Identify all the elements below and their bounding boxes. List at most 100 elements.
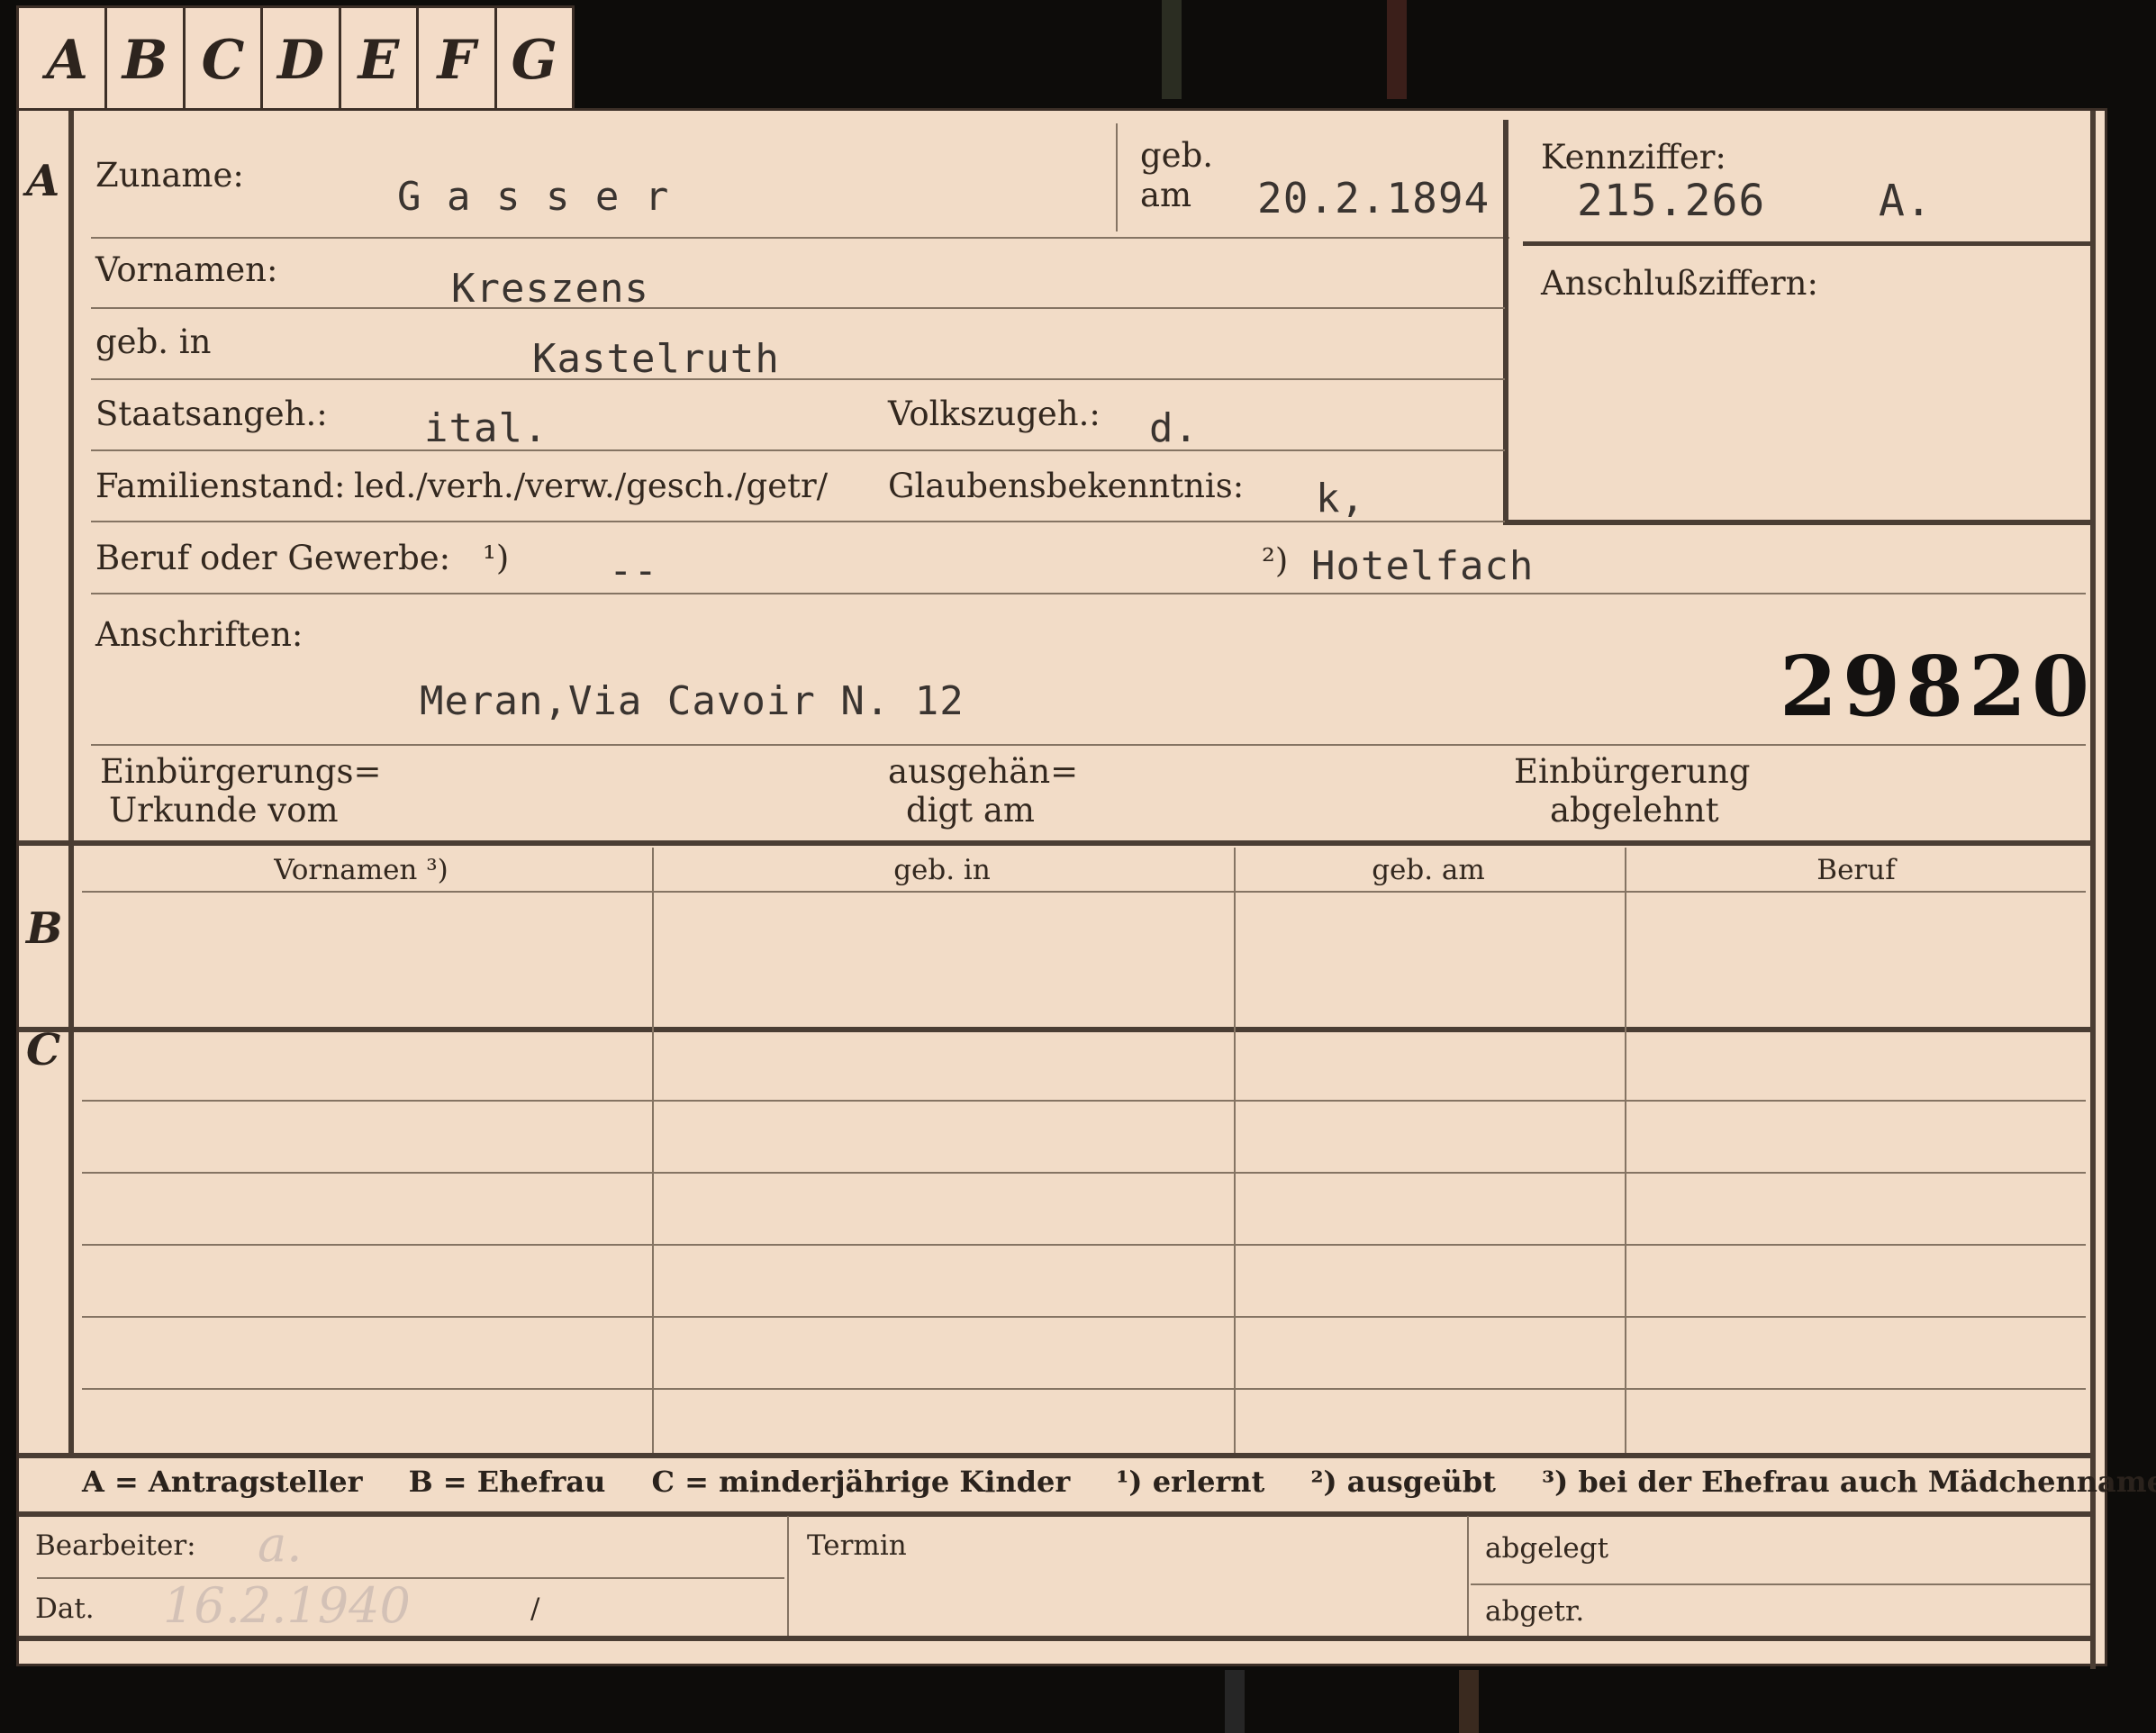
anschriften-value: Meran,Via Cavoir N. 12 — [420, 678, 965, 724]
beruf-marker-2: ²) — [1262, 541, 1289, 580]
familienstand-label: Familienstand: — [95, 467, 346, 505]
tab-e: E — [341, 8, 420, 112]
einb-label-2: Urkunde vom — [109, 791, 339, 830]
einb-label-1: Einbürgerungs= — [100, 752, 382, 791]
tab-c: C — [186, 8, 264, 112]
table-row-line — [82, 1172, 2086, 1174]
vornamen-label: Vornamen: — [95, 250, 278, 289]
card-number: 29820 — [1780, 638, 2096, 735]
glaubens-label: Glaubensbekenntnis: — [888, 467, 1245, 505]
tab-a: A — [30, 8, 108, 112]
column-line — [1625, 848, 1626, 1456]
table-header-line — [82, 891, 2086, 893]
row-line — [91, 307, 1505, 309]
table-row-line — [82, 1100, 2086, 1102]
column-line — [652, 848, 654, 1456]
geb-divider — [1116, 123, 1118, 231]
kennziffer-label: Kennziffer: — [1541, 138, 1726, 177]
staatsangeh-value: ital. — [424, 405, 548, 451]
col-head-geb-in: geb. in — [893, 854, 991, 886]
dat-value: 16.2.1940 — [163, 1577, 411, 1634]
abgetr-label: abgetr. — [1485, 1595, 1585, 1628]
row-line — [91, 237, 1509, 239]
legend-b: B = Ehefrau — [408, 1465, 606, 1499]
dat-label: Dat. — [35, 1592, 95, 1625]
abgelehnt-label-1: Einbürgerung — [1514, 752, 1751, 791]
col-head-vornamen: Vornamen ³) — [274, 854, 448, 886]
section-c-top — [19, 1027, 2090, 1032]
col-head-geb-am: geb. am — [1372, 854, 1485, 886]
abgelehnt-label-2: abgelehnt — [1550, 791, 1719, 830]
termin-label: Termin — [807, 1529, 907, 1562]
background-stripe — [1225, 1670, 1245, 1733]
column-line — [1234, 848, 1236, 1456]
geb-in-value: Kastelruth — [532, 336, 780, 382]
ausgeh-label-1: ausgehän= — [888, 752, 1079, 791]
tab-f: F — [419, 8, 497, 112]
section-c-letter: C — [26, 1025, 61, 1075]
legend-note-1: ¹) erlernt — [1116, 1465, 1265, 1499]
section-a-letter: A — [26, 156, 60, 206]
footer-line — [37, 1577, 784, 1579]
row-line — [91, 744, 2086, 746]
tab-g: G — [511, 28, 557, 92]
kennziffer-box-left — [1503, 120, 1508, 525]
beruf-label: Beruf oder Gewerbe: — [95, 539, 451, 577]
row-line — [91, 521, 1505, 522]
geb-label-top: geb. — [1140, 136, 1214, 175]
card-edge — [2090, 111, 2096, 1669]
kennziffer-suffix: A. — [1879, 176, 1933, 226]
footer-divider — [1467, 1516, 1469, 1638]
anschriften-label: Anschriften: — [95, 615, 303, 654]
footer-line — [1471, 1583, 2090, 1585]
zuname-value: G a s s e r — [397, 174, 670, 220]
kennziffer-value: 215.266 — [1577, 176, 1766, 226]
legend-note-3: ³) bei der Ehefrau auch Mädchenname — [1542, 1465, 2156, 1499]
tab-b: B — [107, 8, 186, 112]
section-divider — [68, 111, 74, 1457]
card-bottom — [19, 1636, 2090, 1641]
footer-divider — [787, 1516, 789, 1638]
abgelegt-label: abgelegt — [1485, 1532, 1609, 1565]
beruf-value-2: Hotelfach — [1311, 543, 1535, 589]
background-stripe — [1459, 1670, 1479, 1733]
anschluss-label: Anschlußziffern: — [1541, 264, 1818, 303]
staatsangeh-label: Staatsangeh.: — [95, 395, 328, 433]
index-tabs: A B C D E F G — [16, 5, 575, 112]
geb-am-value: 20.2.1894 — [1257, 174, 1490, 222]
col-head-beruf: Beruf — [1816, 854, 1896, 886]
background-stripe — [1387, 0, 1407, 99]
geb-label-bottom: am — [1140, 176, 1192, 214]
kennziffer-box-bottom — [1503, 520, 2093, 525]
ausgeh-label-2: digt am — [906, 791, 1035, 830]
legend-a: A = Antragsteller — [82, 1465, 363, 1499]
legend-c: C = minderjährige Kinder — [651, 1465, 1071, 1499]
dat-slash: / — [530, 1592, 540, 1625]
row-line — [91, 449, 1505, 451]
bearbeiter-value: a. — [258, 1516, 303, 1573]
volkszugeh-value: d. — [1149, 405, 1199, 451]
registration-card: A B C Zuname: G a s s e r geb. am 20.2.1… — [16, 108, 2156, 1669]
table-row-line — [82, 1316, 2086, 1318]
legend-note-2: ²) ausgeübt — [1310, 1465, 1496, 1499]
legend-top — [19, 1453, 2090, 1458]
beruf-value-1: -- — [609, 548, 658, 594]
table-row-line — [82, 1388, 2086, 1390]
vornamen-value: Kreszens — [451, 266, 649, 312]
row-line — [91, 378, 1505, 380]
beruf-marker-1: ¹) — [483, 539, 510, 577]
section-b-top — [19, 840, 2090, 846]
geb-in-label: geb. in — [95, 322, 212, 361]
tab-d: D — [263, 8, 341, 112]
zuname-label: Zuname: — [95, 156, 244, 195]
section-b-letter: B — [26, 903, 63, 954]
legend: A = Antragsteller B = Ehefrau C = minder… — [82, 1465, 2156, 1499]
volkszugeh-label: Volkszugeh.: — [888, 395, 1101, 433]
row-line — [91, 593, 2086, 594]
glaubens-value: k, — [1316, 476, 1365, 522]
background-stripe — [1162, 0, 1182, 99]
legend-bottom — [19, 1511, 2090, 1517]
kennziffer-box-divider — [1523, 241, 2090, 246]
familienstand-options: led./verh./verw./gesch./getr/ — [354, 467, 829, 505]
table-row-line — [82, 1244, 2086, 1246]
